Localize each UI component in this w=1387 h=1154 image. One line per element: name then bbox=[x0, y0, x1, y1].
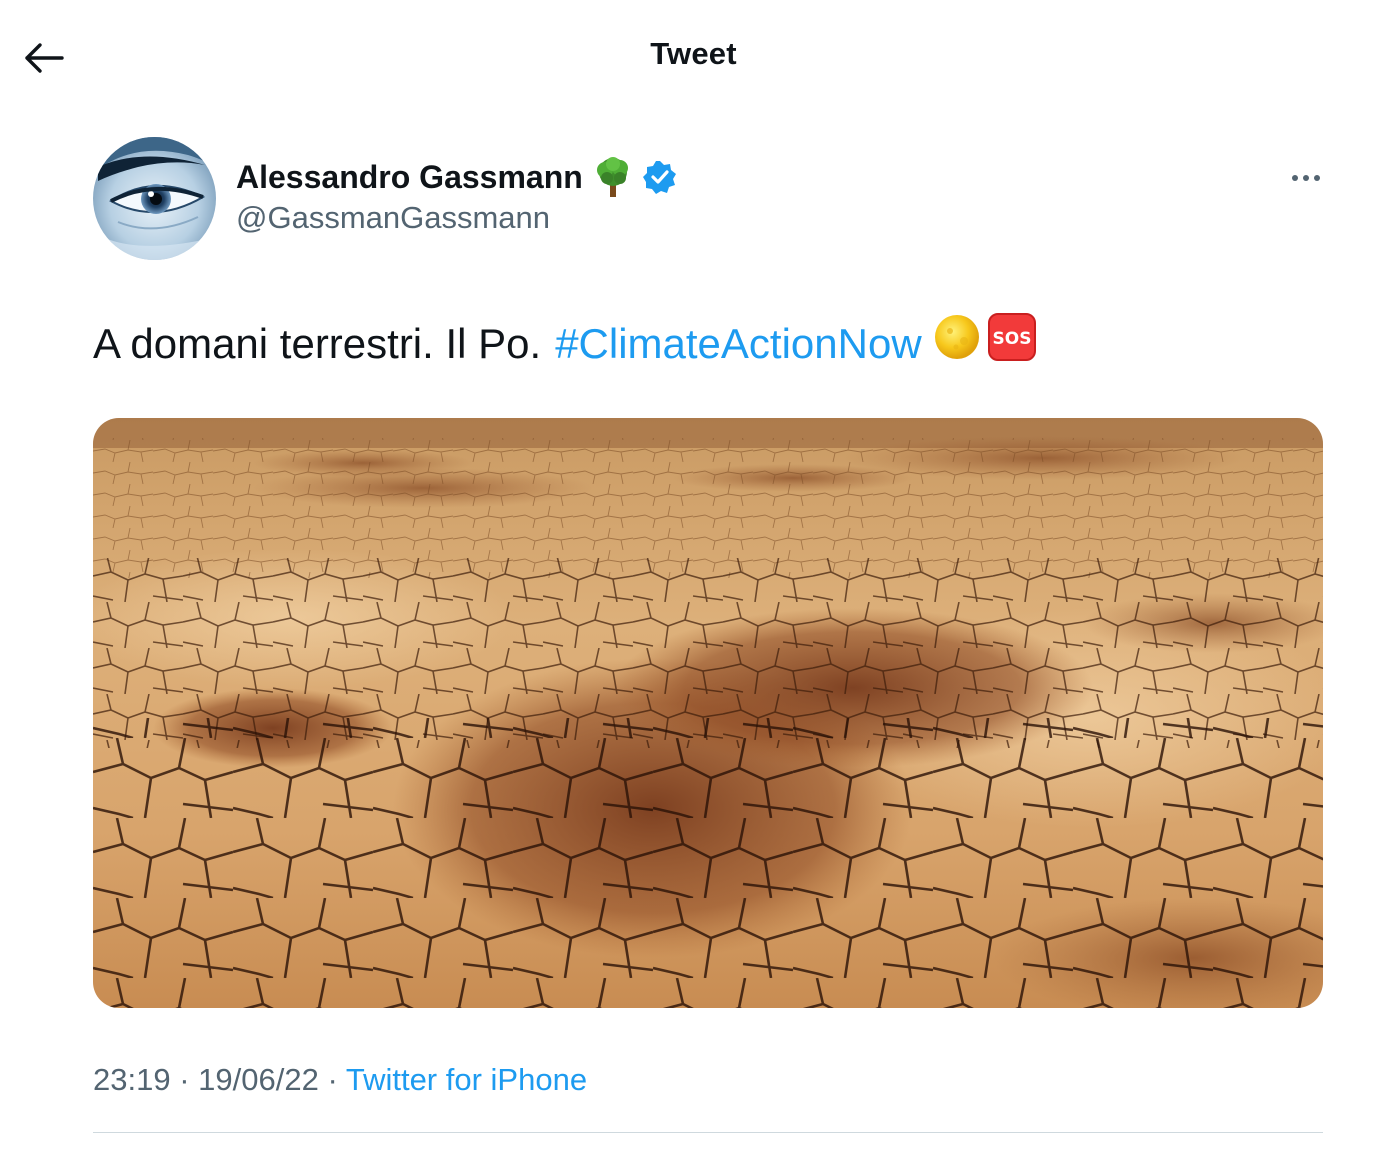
meta-separator: · bbox=[327, 1062, 338, 1097]
author-handle[interactable]: @GassmanGassmann bbox=[236, 200, 550, 236]
divider bbox=[93, 1132, 1323, 1133]
more-horizontal-icon bbox=[1292, 175, 1320, 181]
tweet-media-photo[interactable] bbox=[93, 418, 1323, 1008]
tweet-date: 19/06/22 bbox=[198, 1062, 319, 1097]
sos-emoji: SOS bbox=[987, 313, 1036, 375]
tweet-meta: 23:19 · 19/06/22 · Twitter for iPhone bbox=[93, 1062, 587, 1098]
tweet-body-text: A domani terrestri. Il Po. bbox=[93, 320, 542, 367]
tweet-source-link[interactable]: Twitter for iPhone bbox=[346, 1062, 587, 1097]
dry-cracked-riverbed-photo bbox=[93, 418, 1323, 1008]
svg-text:SOS: SOS bbox=[992, 329, 1031, 349]
tweet-text: A domani terrestri. Il Po. #ClimateActio… bbox=[93, 313, 1036, 375]
hashtag-link[interactable]: #ClimateActionNow bbox=[555, 316, 921, 372]
author-name-row: Alessandro Gassmann bbox=[236, 155, 677, 199]
sun-emoji bbox=[934, 314, 980, 374]
more-options-button[interactable] bbox=[1284, 160, 1328, 196]
page-title: Tweet bbox=[650, 36, 737, 71]
author-name[interactable]: Alessandro Gassmann bbox=[236, 159, 583, 196]
tweet-detail-page: Tweet Alessandro Gassmann @GassmanGassma… bbox=[0, 0, 1387, 1154]
verified-badge-icon bbox=[642, 161, 676, 194]
meta-separator: · bbox=[179, 1062, 190, 1097]
tree-emoji bbox=[596, 157, 628, 197]
tweet-time: 23:19 bbox=[93, 1062, 171, 1097]
eye-avatar-image bbox=[93, 137, 216, 260]
avatar[interactable] bbox=[93, 137, 216, 260]
